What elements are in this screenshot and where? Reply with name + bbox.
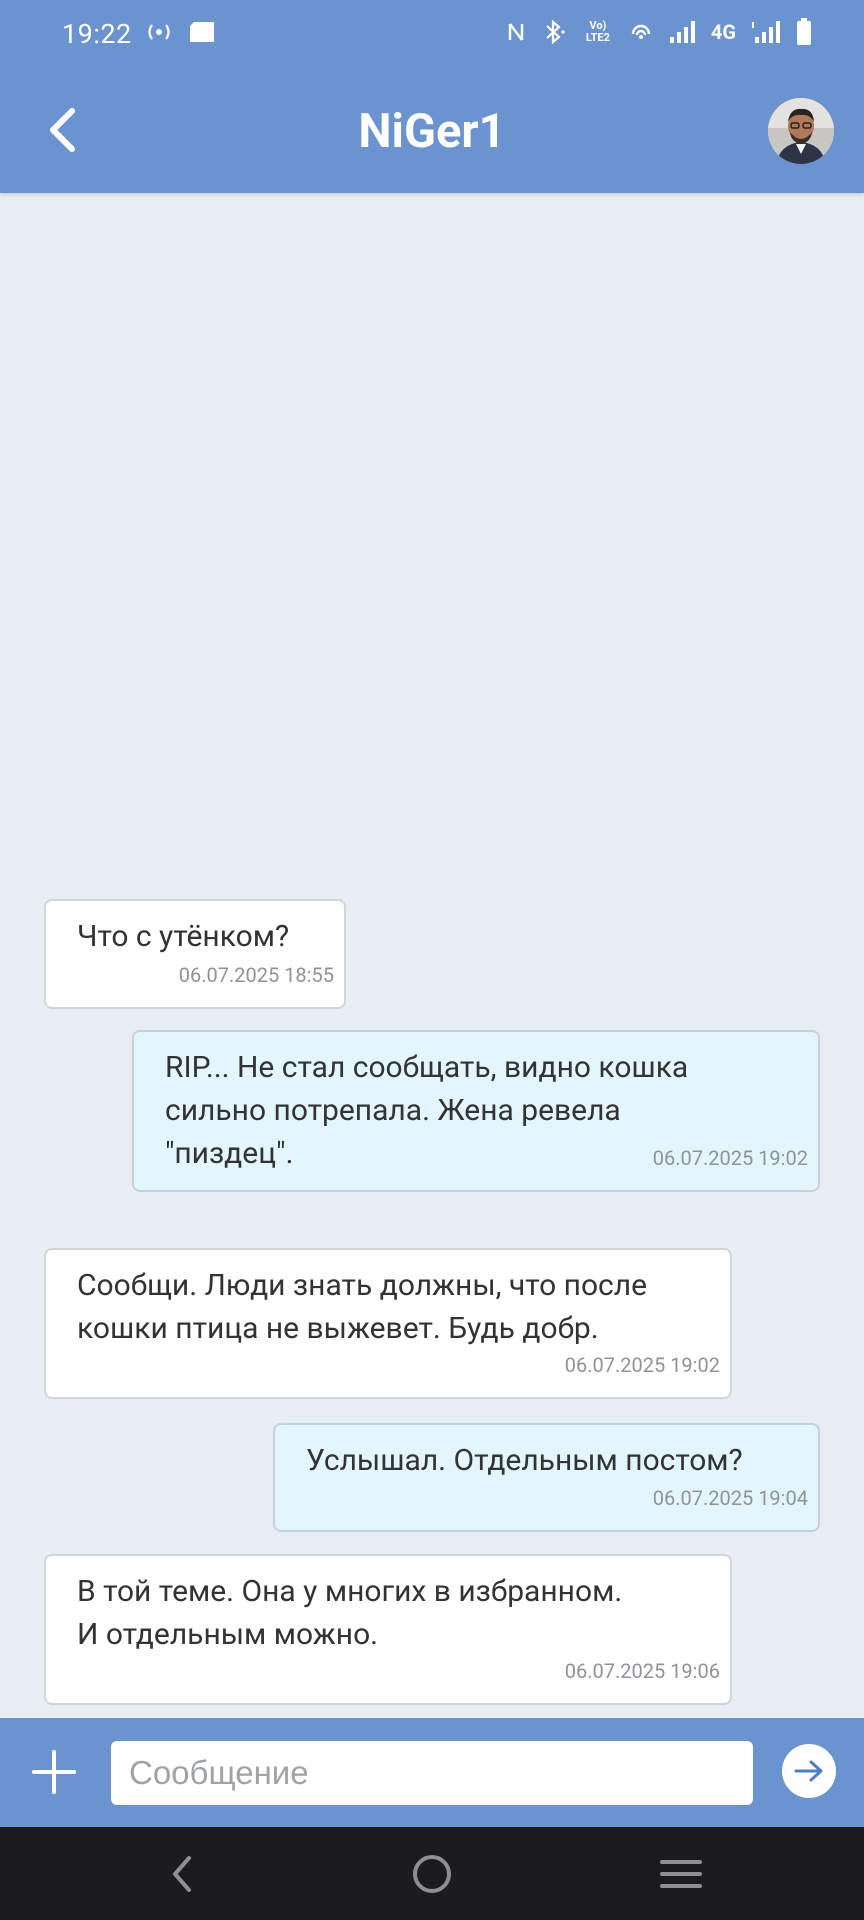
volte-badge: Vo) LTE2 xyxy=(585,19,610,44)
nav-home-icon xyxy=(413,1855,451,1893)
plus-icon xyxy=(32,1750,76,1794)
system-nav-bar xyxy=(0,1827,864,1920)
message-bubble-incoming[interactable]: Сообщи. Люди знать должны, что после кош… xyxy=(44,1248,732,1399)
message-timestamp: 06.07.2025 19:02 xyxy=(564,1353,720,1377)
nfc-icon xyxy=(508,23,524,41)
arrow-right-icon xyxy=(794,1760,823,1782)
nav-back-button[interactable] xyxy=(152,1849,212,1899)
message-bubble-incoming[interactable]: В той теме. Она у многих в избранном. И … xyxy=(44,1554,732,1705)
signal-icon xyxy=(669,21,695,43)
chat-title: NiGer1 xyxy=(358,104,506,159)
message-bubble-incoming[interactable]: Что с утёнком? 06.07.2025 18:55 xyxy=(44,899,346,1009)
message-timestamp: 06.07.2025 19:02 xyxy=(652,1146,808,1170)
user-avatar-icon xyxy=(768,98,834,164)
top-app-bar: 19:22 Vo) LTE2 4G NiGer1 xyxy=(0,0,864,193)
nav-menu-icon xyxy=(660,1860,702,1888)
composer-bar xyxy=(0,1718,864,1827)
send-button[interactable] xyxy=(782,1744,836,1798)
battery-icon xyxy=(797,18,811,45)
contact-avatar[interactable] xyxy=(768,98,834,164)
nav-home-button[interactable] xyxy=(402,1849,462,1899)
message-timestamp: 06.07.2025 19:06 xyxy=(564,1659,720,1683)
message-text: Услышал. Отдельным постом? xyxy=(306,1443,743,1478)
network-type: 4G xyxy=(710,20,736,44)
message-timestamp: 06.07.2025 19:04 xyxy=(652,1486,808,1510)
hotspot-icon xyxy=(148,24,170,40)
message-text: Что с утёнком? xyxy=(77,919,290,954)
message-text: Сообщи. Люди знать должны, что после кош… xyxy=(77,1268,648,1346)
status-left-icons xyxy=(144,20,216,44)
bluetooth-icon xyxy=(546,19,565,45)
wifi-calling-icon xyxy=(631,24,651,39)
message-timestamp: 06.07.2025 18:55 xyxy=(178,963,334,987)
message-bubble-outgoing[interactable]: RIP... Не стал сообщать, видно кошка сил… xyxy=(132,1030,820,1192)
nav-menu-button[interactable] xyxy=(651,1849,711,1899)
message-list[interactable]: Что с утёнком? 06.07.2025 18:55 RIP... Н… xyxy=(0,193,864,1718)
signal-2-icon xyxy=(752,21,780,43)
status-time: 19:22 xyxy=(62,18,132,50)
attach-button[interactable] xyxy=(30,1748,78,1796)
message-text: В той теме. Она у многих в избранном. И … xyxy=(77,1574,623,1652)
nav-back-icon xyxy=(173,1856,191,1892)
message-input[interactable] xyxy=(111,1741,753,1805)
message-bubble-outgoing[interactable]: Услышал. Отдельным постом? 06.07.2025 19… xyxy=(273,1423,820,1532)
sd-card-icon xyxy=(190,22,214,42)
status-right-icons: Vo) LTE2 4G xyxy=(507,18,812,46)
